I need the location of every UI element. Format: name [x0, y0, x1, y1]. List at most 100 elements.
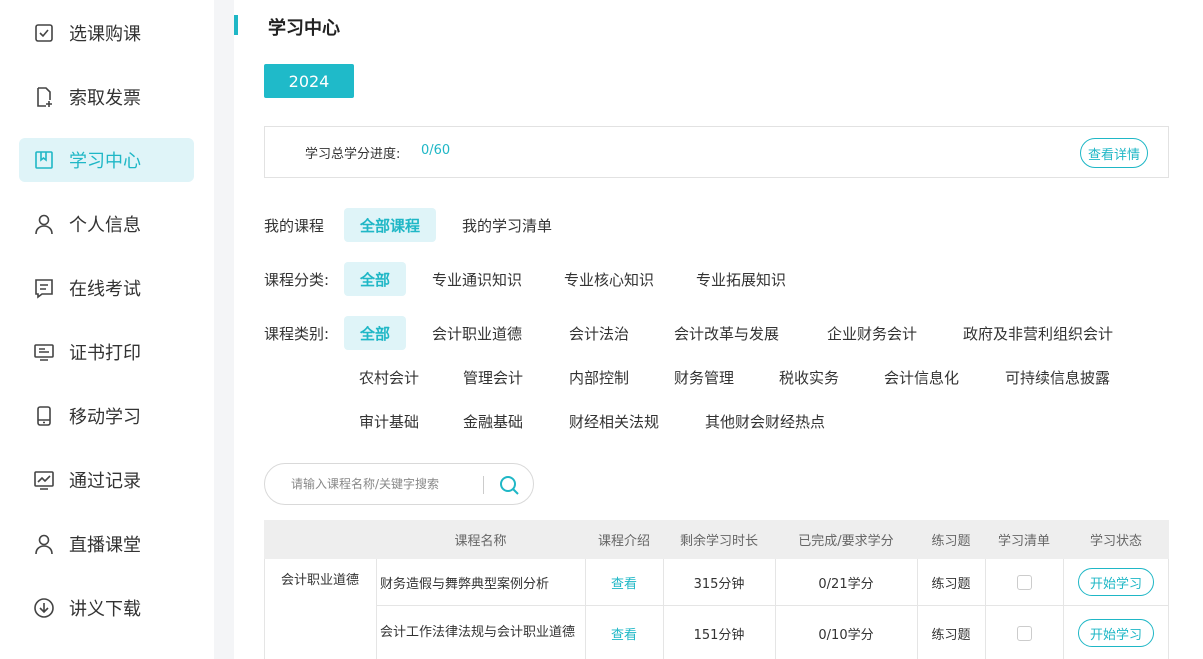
status-cell: 开始学习: [1063, 606, 1169, 659]
course-type-filter: 课程类别:: [264, 316, 344, 350]
type-option[interactable]: 税收实务: [763, 360, 855, 394]
start-learning-button[interactable]: 开始学习: [1078, 568, 1154, 596]
col-credits: 已完成/要求学分: [798, 534, 894, 549]
type-option[interactable]: 可持续信息披露: [989, 360, 1126, 394]
exam-icon: [33, 277, 55, 299]
remaining-time: 315分钟: [693, 576, 745, 592]
col-course-name: 课程名称: [454, 534, 507, 549]
type-option[interactable]: 会计信息化: [868, 360, 975, 394]
col-remaining: 剩余学习时长: [679, 534, 758, 549]
sidebar-item-mobile-learning[interactable]: 移动学习: [19, 394, 194, 438]
sidebar-item-label: 学习中心: [69, 151, 141, 172]
remaining-time: 151分钟: [693, 627, 745, 643]
type-option[interactable]: 财经相关法规: [553, 404, 675, 438]
view-intro-link[interactable]: 查看: [585, 606, 663, 659]
course-class-filter: 课程分类: 全部 专业通识知识 专业核心知识 专业拓展知识: [264, 262, 812, 296]
sidebar-item-profile[interactable]: 个人信息: [19, 202, 194, 246]
user-icon: [33, 213, 55, 235]
type-option[interactable]: 金融基础: [447, 404, 539, 438]
invoice-add-icon: [33, 86, 55, 108]
sidebar-item-label: 索取发票: [69, 88, 141, 109]
class-option-general[interactable]: 专业通识知识: [416, 262, 538, 296]
user-live-icon: [33, 533, 55, 555]
progress-label: 学习总学分进度:: [305, 147, 401, 162]
chart-record-icon: [33, 469, 55, 491]
type-option[interactable]: 会计法治: [553, 316, 645, 350]
sidebar-item-label: 讲义下载: [69, 599, 141, 620]
mobile-icon: [33, 405, 55, 427]
year-button[interactable]: 2024: [264, 64, 354, 98]
study-list-cell: [985, 559, 1063, 605]
progress-value: 0/60: [421, 143, 451, 158]
search-icon[interactable]: [498, 474, 520, 496]
filter-title: 课程类别:: [264, 324, 330, 343]
filter-title: 课程分类:: [264, 270, 330, 289]
view-details-button[interactable]: 查看详情: [1080, 138, 1148, 168]
type-option[interactable]: 管理会计: [447, 360, 539, 394]
table-header: 课程名称 课程介绍 剩余学习时长 已完成/要求学分 练习题 学习清单 学习状态: [264, 520, 1169, 559]
view-intro-link[interactable]: 查看: [585, 559, 663, 605]
class-option-core[interactable]: 专业核心知识: [548, 262, 670, 296]
type-option[interactable]: 其他财会财经热点: [689, 404, 841, 438]
sidebar-item-learning-center[interactable]: 学习中心: [19, 138, 194, 182]
study-list-cell: [985, 606, 1063, 659]
sidebar-divider: [214, 0, 234, 659]
col-study-list: 学习清单: [997, 534, 1050, 549]
download-icon: [33, 597, 55, 619]
sidebar-item-pass-records[interactable]: 通过记录: [19, 458, 194, 502]
sidebar-item-label: 选课购课: [69, 24, 141, 45]
sidebar-item-label: 通过记录: [69, 471, 141, 492]
study-list-checkbox[interactable]: [1016, 574, 1032, 590]
bookmark-book-icon: [33, 149, 55, 171]
type-option[interactable]: 会计职业道德: [416, 316, 538, 350]
title-accent-bar: [234, 15, 238, 35]
type-option[interactable]: 政府及非营利组织会计: [947, 316, 1129, 350]
sidebar-item-label: 直播课堂: [69, 535, 141, 556]
main-content: 学习中心 2024 学习总学分进度: 0/60 查看详情 我的课程 全部课程 我…: [234, 0, 1203, 659]
type-option[interactable]: 企业财务会计: [811, 316, 933, 350]
monitor-icon: [33, 341, 55, 363]
class-option-extension[interactable]: 专业拓展知识: [680, 262, 802, 296]
col-intro: 课程介绍: [597, 534, 650, 549]
type-option[interactable]: 审计基础: [343, 404, 435, 438]
checkbox-icon: [33, 22, 55, 44]
course-search: [264, 463, 534, 505]
sidebar-item-online-exam[interactable]: 在线考试: [19, 266, 194, 310]
sidebar-item-course-purchase[interactable]: 选课购课: [19, 11, 194, 55]
type-option[interactable]: 农村会计: [343, 360, 435, 394]
credit-progress: 0/10学分: [818, 627, 874, 643]
sidebar-item-handout-download[interactable]: 讲义下载: [19, 586, 194, 630]
filter-title: 我的课程: [264, 216, 325, 235]
col-exercise: 练习题: [931, 534, 971, 549]
credit-progress-panel: 学习总学分进度: 0/60 查看详情: [264, 126, 1169, 178]
exercise-link[interactable]: 练习题: [917, 559, 985, 605]
sidebar-item-label: 证书打印: [69, 343, 141, 364]
course-name: 财务造假与舞弊典型案例分析: [380, 576, 550, 592]
type-option[interactable]: 全部: [344, 316, 407, 350]
page-title: 学习中心: [268, 18, 340, 39]
type-option[interactable]: 会计改革与发展: [658, 316, 795, 350]
credit-progress: 0/21学分: [818, 576, 874, 592]
sidebar-item-certificate[interactable]: 证书打印: [19, 330, 194, 374]
class-option-all[interactable]: 全部: [344, 262, 407, 296]
sidebar-item-live-class[interactable]: 直播课堂: [19, 522, 194, 566]
filter-my-study-list[interactable]: 我的学习清单: [446, 208, 568, 242]
my-course-filter: 我的课程 全部课程 我的学习清单: [264, 208, 578, 242]
study-list-checkbox[interactable]: [1016, 625, 1032, 641]
sidebar-item-label: 移动学习: [69, 407, 141, 428]
type-option[interactable]: 内部控制: [553, 360, 645, 394]
sidebar-item-label: 在线考试: [69, 279, 141, 300]
start-learning-button[interactable]: 开始学习: [1078, 619, 1154, 647]
course-group: 会计职业道德: [280, 572, 359, 588]
filter-all-courses[interactable]: 全部课程: [344, 208, 437, 242]
sidebar-item-label: 个人信息: [69, 215, 141, 236]
sidebar: 选课购课 索取发票 学习中心 个人信息 在线考试 证书打印 移动学习 通过记录 …: [0, 0, 214, 659]
search-input[interactable]: [291, 474, 471, 494]
course-name: 会计工作法律法规与会计职业道德: [380, 625, 576, 640]
col-status: 学习状态: [1089, 534, 1142, 549]
search-separator: [483, 476, 484, 494]
status-cell: 开始学习: [1063, 559, 1169, 605]
type-option[interactable]: 财务管理: [658, 360, 750, 394]
exercise-link[interactable]: 练习题: [917, 606, 985, 659]
sidebar-item-invoice[interactable]: 索取发票: [19, 75, 194, 119]
